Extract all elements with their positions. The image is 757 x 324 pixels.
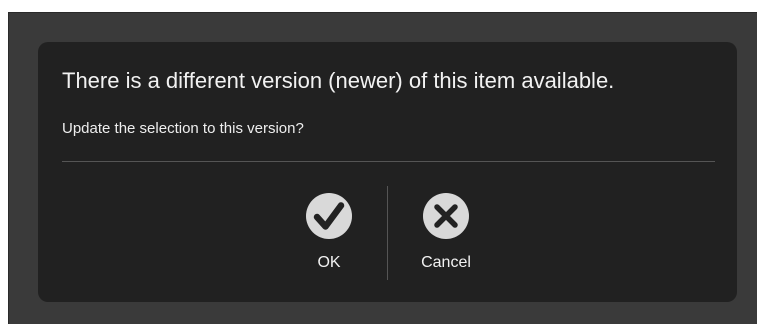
dialog-message: Update the selection to this version? <box>62 120 304 137</box>
version-update-dialog: There is a different version (newer) of … <box>38 42 737 302</box>
cancel-button[interactable]: Cancel <box>406 192 486 276</box>
ok-label: OK <box>317 254 341 271</box>
x-circle-icon <box>423 193 469 239</box>
vertical-divider <box>387 186 388 280</box>
cancel-label: Cancel <box>421 254 471 271</box>
ok-button[interactable]: OK <box>289 192 369 276</box>
checkmark-circle-icon <box>306 193 352 239</box>
dialog-title: There is a different version (newer) of … <box>62 68 615 93</box>
horizontal-divider <box>62 161 715 162</box>
